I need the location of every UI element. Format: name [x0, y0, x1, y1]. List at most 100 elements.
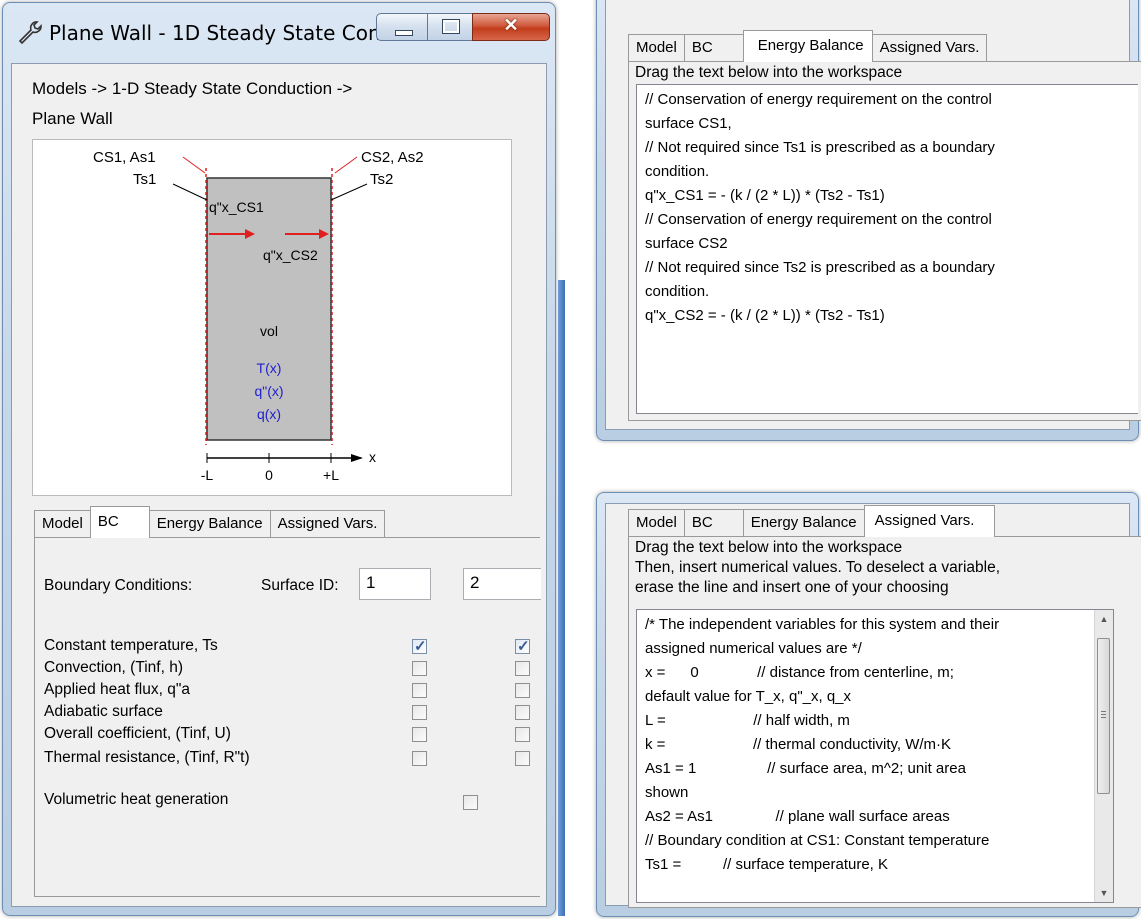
- assigned-vars-textarea[interactable]: /* The independent variables for this sy…: [636, 609, 1114, 903]
- plane-wall-diagram: CS1, As1 CS2, As2 Ts1 Ts2 q"x_CS1 q"x_CS…: [32, 139, 512, 496]
- scroll-grip-icon: [1101, 711, 1106, 719]
- bc-applied-heat-flux-s1-checkbox[interactable]: [412, 683, 427, 698]
- assigned-vars-window: Model BC Energy Balance Assigned Vars. D…: [596, 492, 1141, 917]
- energy-line: // Conservation of energy requirement on…: [645, 91, 992, 108]
- x-axis-label: x: [369, 449, 376, 465]
- vol-label: vol: [260, 323, 278, 339]
- bc-applied-heat-flux-label: Applied heat flux, q"a: [44, 681, 190, 698]
- tick-right-label: +L: [323, 467, 339, 483]
- energy-equations-textarea[interactable]: // Conservation of energy requirement on…: [636, 84, 1138, 414]
- energy-balance-window: Model BC Energy Balance Assigned Vars. D…: [596, 0, 1141, 441]
- cs1-leader: [182, 156, 206, 174]
- vars-line: As1 = 1 // surface area, m^2; unit area: [645, 760, 966, 777]
- vars-client-area: Model BC Energy Balance Assigned Vars. D…: [605, 503, 1141, 908]
- tab-energy-balance[interactable]: Energy Balance: [148, 510, 271, 538]
- bc-overall-coefficient-s1-checkbox[interactable]: [412, 727, 427, 742]
- cs2-leader: [334, 156, 358, 174]
- surface-id-2-field[interactable]: 2: [463, 568, 541, 600]
- q-cs1-label: q"x_CS1: [209, 199, 264, 215]
- bc-constant-temperature-label: Constant temperature, Ts: [44, 637, 218, 654]
- tab-assigned-vars[interactable]: Assigned Vars.: [269, 510, 386, 538]
- tab-bc[interactable]: BC: [89, 506, 150, 538]
- bc-tab-panel: Boundary Conditions: Surface ID: 1 2 Con…: [34, 537, 541, 897]
- surface-id-label: Surface ID:: [261, 577, 339, 594]
- tab-bc[interactable]: BC: [683, 34, 744, 62]
- bc-constant-temperature-s2-checkbox[interactable]: [515, 637, 530, 655]
- bc-applied-heat-flux-s2-checkbox[interactable]: [515, 683, 530, 698]
- energy-line: // Not required since Ts2 is prescribed …: [645, 259, 995, 276]
- energy-line: condition.: [645, 163, 710, 180]
- scroll-up-icon[interactable]: ▲: [1095, 610, 1113, 628]
- bc-thermal-resistance-label: Thermal resistance, (Tinf, R"t): [44, 749, 250, 766]
- bc-thermal-resistance-s1-checkbox[interactable]: [412, 751, 427, 766]
- energy-line: q"x_CS1 = - (k / (2 * L)) * (Ts2 - Ts1): [645, 187, 885, 204]
- tab-bc[interactable]: BC: [683, 509, 744, 537]
- vars-line: assigned numerical values are */: [645, 640, 862, 657]
- tab-assigned-vars[interactable]: Assigned Vars.: [871, 34, 988, 62]
- maximize-button[interactable]: [427, 13, 473, 41]
- bc-adiabatic-s2-checkbox[interactable]: [515, 705, 530, 720]
- ts2-label: Ts2: [370, 171, 393, 188]
- minimize-icon: [395, 30, 413, 36]
- scroll-thumb[interactable]: [1097, 638, 1110, 794]
- energy-line: condition.: [645, 283, 710, 300]
- q-cs2-label: q"x_CS2: [263, 247, 318, 263]
- tab-energy-balance[interactable]: Energy Balance: [742, 30, 873, 62]
- energy-line: q"x_CS2 = - (k / (2 * L)) * (Ts2 - Ts1): [645, 307, 885, 324]
- tab-assigned-vars[interactable]: Assigned Vars.: [863, 505, 996, 537]
- q-x-label: q(x): [257, 406, 281, 422]
- vars-instruction-1: Drag the text below into the workspace: [635, 539, 903, 556]
- vars-line: // Boundary condition at CS1: Constant t…: [645, 832, 990, 849]
- energy-client-area: Model BC Energy Balance Assigned Vars. D…: [605, 0, 1141, 430]
- main-tab-strip: Model BC Energy Balance Assigned Vars.: [34, 506, 386, 538]
- energy-line: surface CS2: [645, 235, 728, 252]
- close-icon: ✕: [503, 15, 519, 35]
- tab-model[interactable]: Model: [628, 34, 685, 62]
- vars-tab-panel: Drag the text below into the workspace T…: [628, 536, 1141, 908]
- breadcrumb-current: Plane Wall: [32, 109, 113, 128]
- tab-energy-balance[interactable]: Energy Balance: [742, 509, 865, 537]
- breadcrumb-path[interactable]: Models -> 1-D Steady State Conduction ->: [32, 74, 352, 104]
- tick-mid-label: 0: [265, 467, 273, 483]
- minimize-button[interactable]: [376, 13, 428, 41]
- bc-overall-coefficient-s2-checkbox[interactable]: [515, 727, 530, 742]
- bc-thermal-resistance-s2-checkbox[interactable]: [515, 751, 530, 766]
- ts1-leader: [172, 183, 208, 201]
- ts2-leader: [330, 183, 368, 201]
- scroll-down-icon[interactable]: ▼: [1095, 884, 1113, 902]
- vars-line: x = 0 // distance from centerline, m;: [645, 664, 954, 681]
- energy-tab-strip: Model BC Energy Balance Assigned Vars.: [628, 30, 988, 62]
- main-client-area: Models -> 1-D Steady State Conduction ->…: [11, 63, 547, 907]
- vars-line: Ts1 = // surface temperature, K: [645, 856, 889, 873]
- wrench-icon: [18, 21, 42, 45]
- cs2-label: CS2, As2: [361, 149, 424, 166]
- tab-model[interactable]: Model: [34, 510, 91, 538]
- boundary-conditions-label: Boundary Conditions:: [44, 577, 193, 594]
- tab-model[interactable]: Model: [628, 509, 685, 537]
- tick-left-label: -L: [201, 467, 214, 483]
- bc-convection-s1-checkbox[interactable]: [412, 661, 427, 676]
- breadcrumb: Models -> 1-D Steady State Conduction ->…: [32, 74, 352, 134]
- vars-line: default value for T_x, q"_x, q_x: [645, 688, 852, 705]
- vars-line: L = // half width, m: [645, 712, 850, 729]
- bc-convection-s2-checkbox[interactable]: [515, 661, 530, 676]
- bc-constant-temperature-s1-checkbox[interactable]: [412, 637, 427, 655]
- cs1-label: CS1, As1: [93, 149, 156, 166]
- close-button[interactable]: ✕: [472, 13, 550, 41]
- vars-scrollbar[interactable]: ▲ ▼: [1094, 610, 1113, 902]
- vars-line: /* The independent variables for this sy…: [645, 616, 1000, 633]
- energy-line: surface CS1,: [645, 115, 732, 132]
- title-bar[interactable]: Plane Wall - 1D Steady State Con... ✕: [3, 3, 555, 63]
- vars-line: k = // thermal conductivity, W/m·K: [645, 736, 952, 753]
- bc-adiabatic-label: Adiabatic surface: [44, 703, 163, 720]
- volumetric-heat-generation-checkbox[interactable]: [463, 795, 478, 810]
- plane-wall-window: Plane Wall - 1D Steady State Con... ✕ Mo…: [2, 2, 556, 916]
- volumetric-heat-generation-label: Volumetric heat generation: [44, 791, 229, 808]
- q-flux-x-label: q"(x): [254, 383, 283, 399]
- energy-line: // Conservation of energy requirement on…: [645, 211, 992, 228]
- energy-instruction: Drag the text below into the workspace: [635, 64, 903, 81]
- surface-id-1-field[interactable]: 1: [359, 568, 431, 600]
- bc-adiabatic-s1-checkbox[interactable]: [412, 705, 427, 720]
- wall-rect: [206, 177, 332, 441]
- energy-line: // Not required since Ts1 is prescribed …: [645, 139, 995, 156]
